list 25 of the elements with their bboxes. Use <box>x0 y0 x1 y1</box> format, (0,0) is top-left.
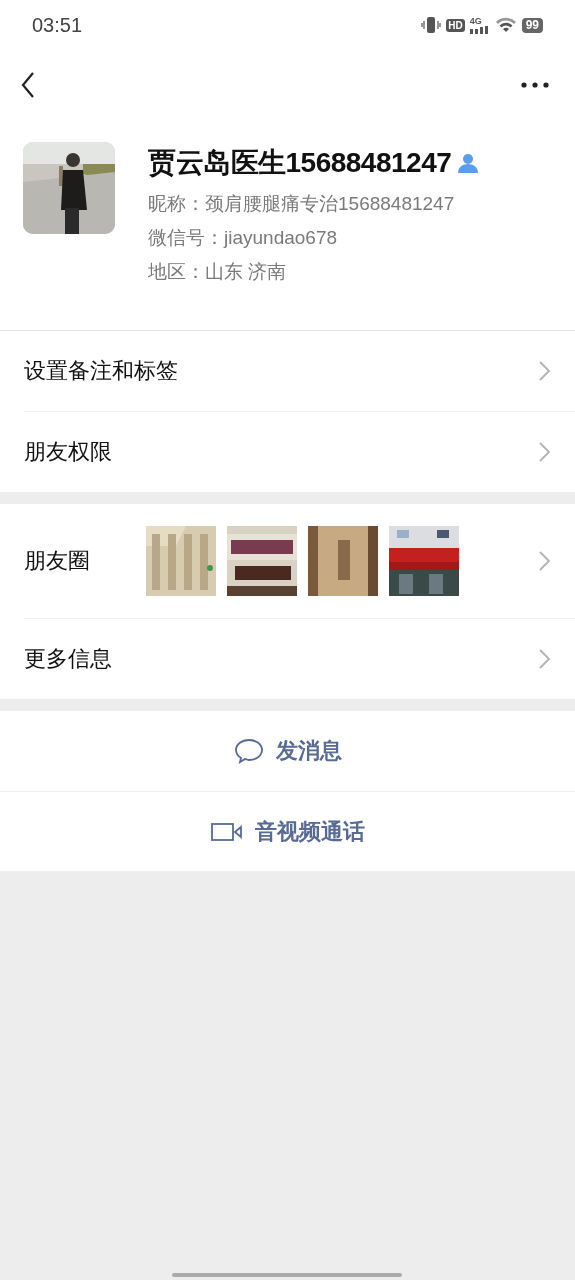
back-icon[interactable] <box>20 71 36 99</box>
menu-item[interactable]: 朋友权限 <box>24 437 146 467</box>
menu-item[interactable]: 更多信息 <box>24 644 146 674</box>
person-icon <box>457 152 480 174</box>
chevron-icon <box>538 441 551 463</box>
network-type: 4G <box>469 16 482 26</box>
wechat-id-text: 微信号：jiayundao678 <box>148 226 339 250</box>
region-label: 地区： <box>148 260 205 284</box>
chevron-icon <box>538 360 551 382</box>
chevron-icon <box>538 550 551 572</box>
signal-icon <box>469 25 490 34</box>
region-text: 山东 济南 <box>205 260 287 284</box>
battery-indicator: 99 <box>521 17 543 33</box>
nickname-text: 昵称：颈肩腰腿痛专治15688481247 <box>148 192 456 216</box>
video-camera-icon <box>210 821 243 842</box>
wifi-icon <box>494 17 517 33</box>
speech-bubble-icon <box>233 738 264 764</box>
moments-label[interactable]: 朋友圈 <box>24 546 146 576</box>
vibrate-icon <box>421 16 442 34</box>
hd-indicator: HD <box>446 18 465 32</box>
contact-name: 贾云岛医生15688481247 <box>148 146 452 180</box>
menu-item[interactable]: 设置备注和标签 <box>24 356 178 386</box>
more-icon[interactable] <box>521 82 549 88</box>
status-time: 03:51 <box>32 13 83 37</box>
chevron-icon <box>538 648 551 670</box>
